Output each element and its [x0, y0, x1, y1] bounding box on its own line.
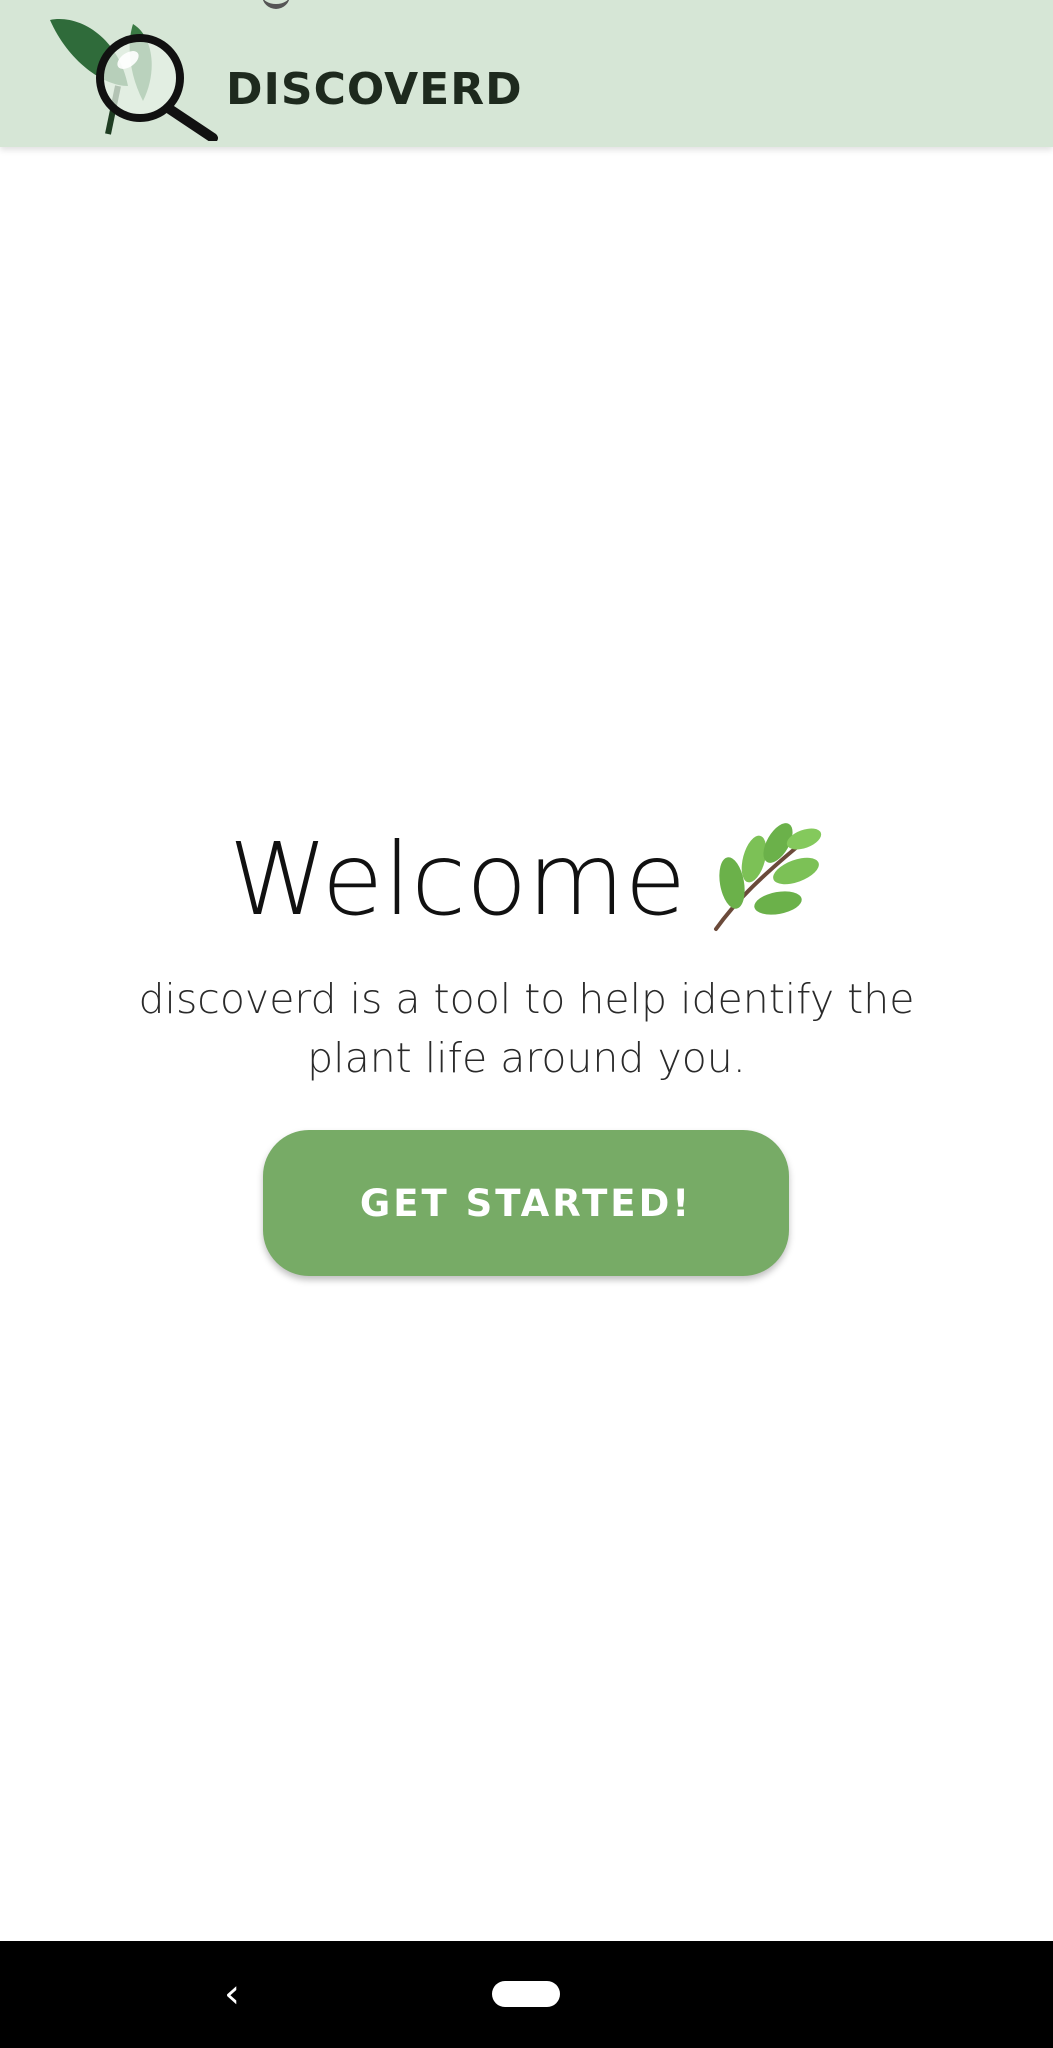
- get-started-button[interactable]: GET STARTED!: [263, 1130, 789, 1276]
- herb-leaf-icon: [714, 822, 822, 931]
- status-bar-fragment: [262, 0, 290, 9]
- welcome-subtitle: discoverd is a tool to help identify the…: [138, 975, 915, 1082]
- welcome-title-text: Welcome: [228, 821, 687, 938]
- app-brand-name: DISCOVERD: [226, 64, 523, 115]
- app-bar: DISCOVERD: [0, 0, 1053, 147]
- welcome-heading: Welcome: [0, 820, 1053, 945]
- back-chevron-icon[interactable]: ‹: [212, 1969, 252, 2019]
- system-navigation-bar: ‹: [0, 1941, 1053, 2048]
- welcome-screen: DISCOVERD Welcome discoverd is a tool to…: [0, 0, 1053, 2048]
- home-pill-icon[interactable]: [492, 1981, 560, 2007]
- leaf-magnifier-logo-icon: [50, 19, 218, 141]
